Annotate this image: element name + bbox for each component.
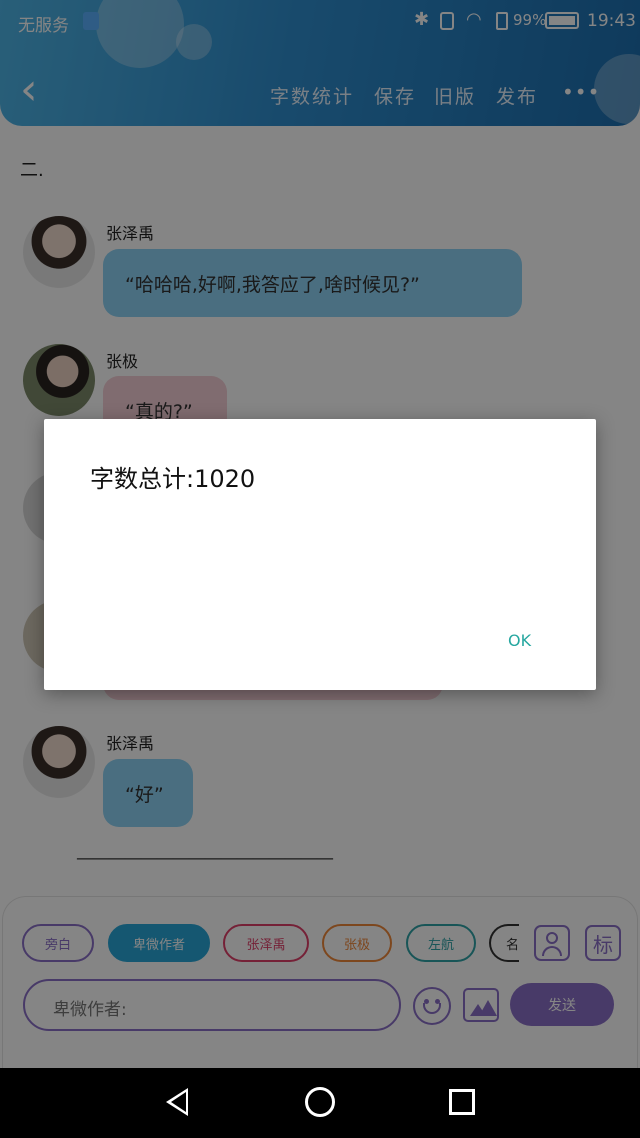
word-count-dialog: 字数总计:1020 OK: [44, 419, 596, 690]
nav-home-icon[interactable]: [305, 1087, 335, 1117]
ok-button[interactable]: OK: [508, 631, 531, 650]
nav-back-icon[interactable]: [166, 1088, 188, 1116]
system-nav-bar: [0, 1068, 640, 1138]
nav-recents-icon[interactable]: [449, 1089, 475, 1115]
dialog-message: 字数总计:1020: [90, 465, 256, 493]
